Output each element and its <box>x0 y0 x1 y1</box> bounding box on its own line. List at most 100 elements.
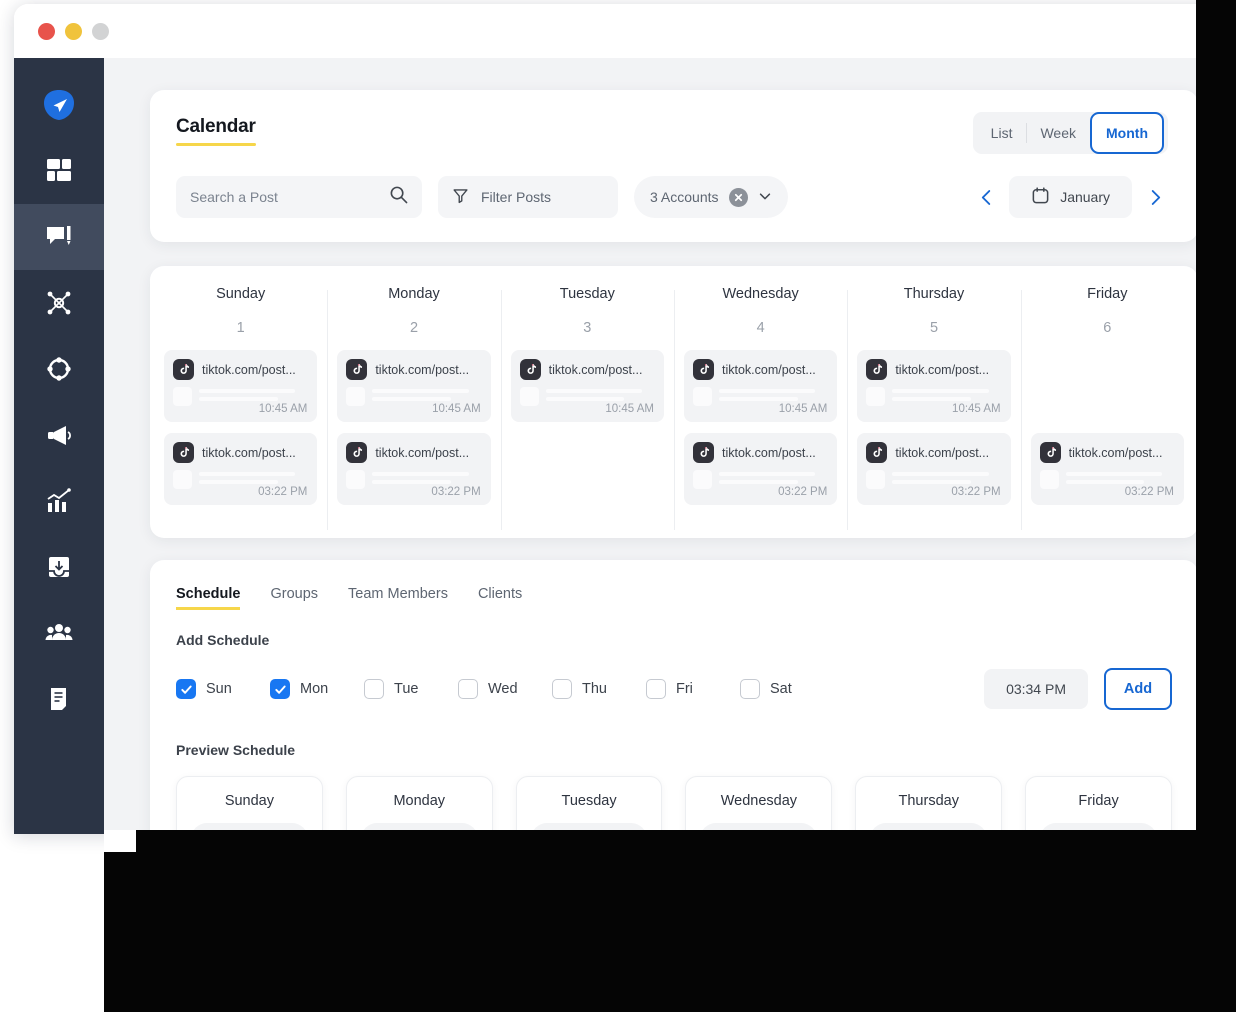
tab-schedule[interactable]: Schedule <box>176 586 241 610</box>
weekday-checkbox-sun[interactable]: Sun <box>176 679 270 699</box>
preview-day-label: Wednesday <box>720 793 798 809</box>
post-thumbnail-skeleton <box>692 470 712 489</box>
calendar-day-column: Friday 6 tiktok.com/post... 03:22 PM <box>1020 286 1194 538</box>
sidebar-item-dashboard[interactable] <box>14 138 104 204</box>
calendar-controls-row: Filter Posts 3 Accounts <box>176 176 788 218</box>
tab-team-members[interactable]: Team Members <box>348 586 448 607</box>
view-tab-week[interactable]: Week <box>1026 112 1090 154</box>
window-titlebar <box>14 4 1220 58</box>
preview-day-card: Wednesday07:42 AM10:39 AM <box>685 776 833 834</box>
calendar-post-card[interactable]: tiktok.com/post... 10:45 AM <box>683 350 838 422</box>
search-input[interactable] <box>190 189 370 205</box>
sidebar-item-reports[interactable] <box>14 666 104 732</box>
weekday-checkbox-thu[interactable]: Thu <box>552 679 646 699</box>
sidebar-item-inbox[interactable] <box>14 534 104 600</box>
accounts-selector[interactable]: 3 Accounts <box>634 176 788 218</box>
clear-accounts-icon[interactable] <box>728 187 748 207</box>
post-link-label: tiktok.com/post... <box>721 362 816 377</box>
sidebar-item-network[interactable] <box>14 270 104 336</box>
checkbox-input[interactable] <box>740 679 760 699</box>
search-icon[interactable] <box>389 185 408 209</box>
weekday-label: Mon <box>300 681 329 697</box>
calendar-post-card[interactable]: tiktok.com/post... 10:45 AM <box>164 350 318 422</box>
preview-day-card: Sunday07:42 AM10:39 AM <box>176 776 323 834</box>
filter-posts-box[interactable]: Filter Posts <box>438 176 618 218</box>
add-schedule-button[interactable]: Add <box>1104 668 1172 710</box>
calendar-post-card[interactable]: tiktok.com/post... 03:22 PM <box>337 433 491 505</box>
schedule-tabs: Schedule Groups Team Members Clients <box>176 586 1172 610</box>
schedule-time-input[interactable]: 03:34 PM <box>984 669 1088 709</box>
checkbox-input[interactable] <box>646 679 666 699</box>
prev-month-button[interactable] <box>973 184 999 210</box>
checkbox-input[interactable] <box>458 679 478 699</box>
preview-day-label: Tuesday <box>561 793 617 809</box>
tiktok-icon <box>1039 442 1061 463</box>
calendar-post-card[interactable]: tiktok.com/post... 10:45 AM <box>857 350 1011 422</box>
weekday-checkbox-fri[interactable]: Fri <box>646 679 740 699</box>
post-time-label: 03:22 PM <box>258 486 308 498</box>
post-skeleton-line <box>1065 480 1145 484</box>
checkbox-input[interactable] <box>552 679 572 699</box>
current-month-pill[interactable]: January <box>1009 176 1132 218</box>
page-canvas: Calendar List Week Month Search a Post F… <box>104 58 1220 834</box>
tiktok-icon <box>173 359 194 380</box>
calendar-post-card[interactable]: tiktok.com/post... 03:22 PM <box>683 433 838 505</box>
post-link-label: tiktok.com/post... <box>1068 445 1163 460</box>
weekday-checkbox-wed[interactable]: Wed <box>458 679 552 699</box>
weekday-checkbox-mon[interactable]: Mon <box>270 679 364 699</box>
bar-chart-icon <box>45 487 73 515</box>
calendar-day-number: 3 <box>583 320 592 336</box>
post-skeleton-line <box>199 480 278 484</box>
checkbox-input[interactable] <box>270 679 290 699</box>
weekday-checkbox-row: Sun Mon Tue Wed Thu Fri Sat 03:34 PM Add <box>176 668 1172 710</box>
paper-plane-logo-icon <box>42 88 76 122</box>
view-tab-list[interactable]: List <box>977 112 1027 154</box>
browser-window: Calendar List Week Month Search a Post F… <box>14 4 1220 834</box>
calendar-header-card: Calendar List Week Month Search a Post F… <box>150 90 1198 242</box>
tab-clients[interactable]: Clients <box>478 586 522 607</box>
post-skeleton-line <box>1065 472 1162 476</box>
sidebar-item-automation[interactable] <box>14 336 104 402</box>
page-title: Calendar <box>176 116 256 137</box>
calendar-post-card[interactable]: tiktok.com/post... 03:22 PM <box>857 433 1011 505</box>
preview-day-label: Sunday <box>224 793 274 809</box>
weekday-checkbox-tue[interactable]: Tue <box>364 679 458 699</box>
chevron-down-icon[interactable] <box>758 189 772 206</box>
weekday-checkbox-sat[interactable]: Sat <box>740 679 834 699</box>
calendar-post-card[interactable]: tiktok.com/post... 03:22 PM <box>164 433 318 505</box>
checkbox-input[interactable] <box>176 679 196 699</box>
post-time-label: 10:45 AM <box>432 403 481 415</box>
preview-day-label: Thursday <box>898 793 959 809</box>
tiktok-icon <box>346 442 368 463</box>
checkbox-input[interactable] <box>364 679 384 699</box>
title-underline <box>176 143 256 146</box>
post-skeleton-line <box>372 480 452 484</box>
sidebar-item-campaigns[interactable] <box>14 402 104 468</box>
calendar-post-card[interactable]: tiktok.com/post... 03:22 PM <box>1030 433 1184 505</box>
calendar-post-card[interactable]: tiktok.com/post... 10:45 AM <box>510 350 664 422</box>
post-skeleton-line <box>199 389 296 393</box>
maximize-window-button[interactable] <box>92 22 109 40</box>
tab-groups[interactable]: Groups <box>270 586 318 607</box>
calendar-post-card[interactable]: tiktok.com/post... 10:45 AM <box>337 350 491 422</box>
next-month-button[interactable] <box>1142 184 1168 210</box>
post-link-label: tiktok.com/post... <box>375 445 470 460</box>
post-skeleton-line <box>892 389 989 393</box>
filter-posts-label: Filter Posts <box>481 189 552 205</box>
search-post-box[interactable] <box>176 176 422 218</box>
sidebar-item-analytics[interactable] <box>14 468 104 534</box>
calendar-day-number: 1 <box>236 320 245 336</box>
post-time-label: 10:45 AM <box>605 403 654 415</box>
minimize-window-button[interactable] <box>65 22 82 40</box>
sidebar-item-compose[interactable] <box>14 204 104 270</box>
calendar-day-number: 6 <box>1103 320 1112 336</box>
sidebar-item-logo[interactable] <box>14 72 104 138</box>
post-skeleton-line <box>372 397 452 401</box>
calendar-day-name: Wednesday <box>722 286 799 302</box>
sidebar-item-team[interactable] <box>14 600 104 666</box>
post-time-label: 03:22 PM <box>951 486 1001 498</box>
close-window-button[interactable] <box>38 22 55 40</box>
post-link-label: tiktok.com/post... <box>721 445 816 460</box>
view-tab-month[interactable]: Month <box>1090 112 1164 154</box>
page-title-wrap: Calendar <box>176 116 256 146</box>
